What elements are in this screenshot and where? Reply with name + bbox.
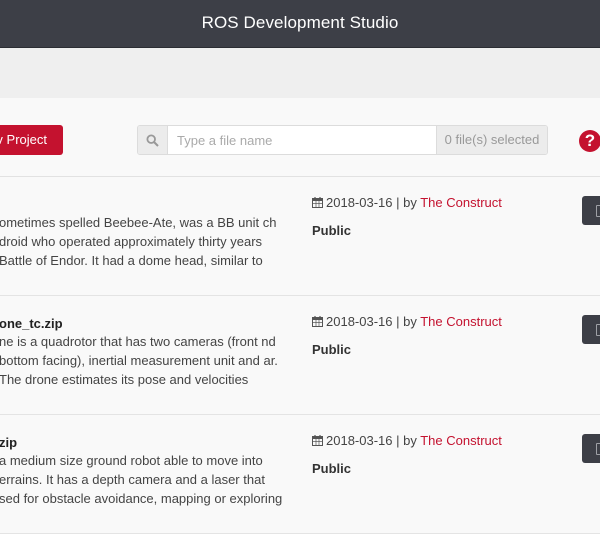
new-project-button[interactable]: v Project [0,125,63,155]
project-date: 2018-03-16 [326,314,393,329]
project-row[interactable]: ometimes spelled Beebee-Ate, was a BB un… [0,177,600,296]
project-author-link[interactable]: The Construct [420,314,502,329]
file-icon [596,205,600,217]
project-date: 2018-03-16 [326,195,393,210]
project-author-link[interactable]: The Construct [420,195,502,210]
help-question-icon[interactable]: ? [579,130,600,152]
file-search-input[interactable] [168,126,438,154]
sub-header [0,48,600,98]
project-description: ometimes spelled Beebee-Ate, was a BB un… [0,215,277,268]
calendar-icon [312,435,323,446]
top-navbar: ROS Development Studio [0,0,600,48]
project-description: a medium size ground robot able to move … [0,453,283,506]
project-meta: 2018-03-16 | by The Construct [312,433,502,448]
project-name[interactable]: one_tc.zip [0,316,63,331]
file-icon [596,324,600,336]
app-title: ROS Development Studio [201,13,399,32]
file-icon [596,443,600,455]
project-visibility: Public [312,223,352,238]
open-project-button[interactable] [582,315,600,344]
project-name[interactable]: zip [0,435,17,450]
project-meta: 2018-03-16 | by The Construct [312,314,502,329]
project-visibility: Public [312,461,352,476]
project-description: ne is a quadrotor that has two cameras (… [0,334,278,387]
calendar-icon [312,316,323,327]
project-row[interactable]: one_tc.zip ne is a quadrotor that has tw… [0,296,600,415]
project-date: 2018-03-16 [326,433,393,448]
selected-count: 0 file(s) selected [436,126,547,154]
by-label: | by [396,195,417,210]
project-row[interactable]: zip a medium size ground robot able to m… [0,415,600,534]
project-author-link[interactable]: The Construct [420,433,502,448]
by-label: | by [396,433,417,448]
by-label: | by [396,314,417,329]
open-project-button[interactable] [582,196,600,225]
open-project-button[interactable] [582,434,600,463]
project-visibility: Public [312,342,352,357]
calendar-icon [312,197,323,208]
projects-toolbar: v Project 0 file(s) selected [0,98,600,177]
project-meta: 2018-03-16 | by The Construct [312,195,502,210]
search-icon [138,126,168,154]
file-search-group: 0 file(s) selected [137,125,548,155]
